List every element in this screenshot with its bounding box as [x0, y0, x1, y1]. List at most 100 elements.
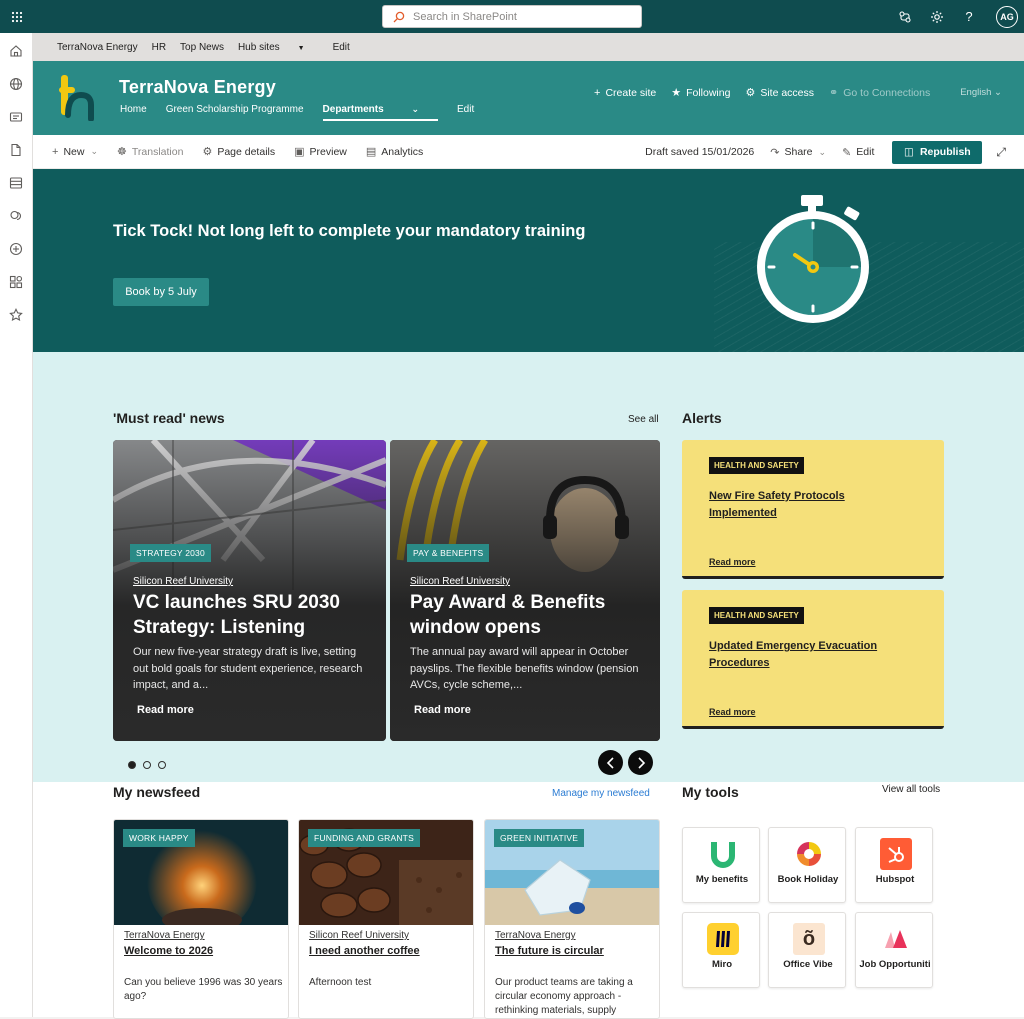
tool-label: Miro [711, 959, 733, 970]
tool-tile-book-holiday[interactable]: Book Holiday [768, 827, 846, 903]
newsfeed-card-source[interactable]: Silicon Reef University [309, 930, 409, 941]
link-icon: ⚭ [829, 87, 839, 99]
hubnav-item-top-news[interactable]: Top News [180, 42, 224, 53]
tool-tile-office-vibe[interactable]: õ Office Vibe [768, 912, 846, 988]
manage-newsfeed-link[interactable]: Manage my newsfeed [552, 788, 650, 799]
tool-tile-job-opportunities[interactable]: Job Opportuniti [855, 912, 933, 988]
sitenav-edit[interactable]: Edit [457, 104, 474, 121]
plus-icon: + [52, 145, 59, 158]
book-training-button[interactable]: Book by 5 July [113, 278, 209, 306]
list-icon[interactable] [8, 175, 24, 191]
plus-icon: + [594, 86, 601, 99]
view-all-tools-link[interactable]: View all tools [882, 784, 940, 795]
read-more-link[interactable]: Read more [137, 704, 194, 716]
alert-read-more-link[interactable]: Read more [709, 707, 756, 717]
news-card-title[interactable]: Pay Award & Benefits window opens [410, 590, 650, 640]
alert-card[interactable]: HEALTH AND SAFETY New Fire Safety Protoc… [682, 440, 944, 579]
carousel-next-button[interactable] [628, 750, 653, 775]
search-icon [393, 11, 405, 22]
edit-button[interactable]: ✎ Edit [842, 146, 874, 159]
alert-read-more-link[interactable]: Read more [709, 557, 756, 567]
create-icon[interactable] [8, 241, 24, 257]
news-card-source[interactable]: Silicon Reef University [133, 576, 233, 587]
must-read-title: 'Must read' news [113, 410, 225, 426]
pencil-icon: ✎ [842, 146, 852, 159]
app-launcher-icon[interactable] [0, 0, 33, 33]
alerts-title: Alerts [682, 410, 722, 426]
share-icon: ↷ [770, 146, 780, 159]
newsfeed-card-source[interactable]: TerraNova Energy [124, 930, 205, 941]
sitenav-home[interactable]: Home [120, 104, 147, 121]
help-icon[interactable]: ? [960, 8, 978, 26]
analytics-button[interactable]: ▤ Analytics [366, 145, 424, 159]
analytics-label: Analytics [381, 145, 424, 158]
carousel-dot[interactable] [158, 761, 166, 769]
hero-banner: Tick Tock! Not long left to complete you… [33, 169, 1024, 352]
document-icon[interactable] [8, 142, 24, 158]
news-card[interactable]: PAY & BENEFITS Silicon Reef University P… [390, 440, 660, 741]
newsfeed-card-description: Can you believe 1996 was 30 years ago? [124, 977, 283, 1002]
hubnav-item-hub-sites[interactable]: Hub sites ▼ [238, 42, 319, 53]
carousel-dot[interactable] [128, 761, 136, 769]
newsfeed-card[interactable]: GREEN INITIATIVE TerraNova Energy The fu… [484, 819, 660, 1019]
home-icon[interactable] [8, 43, 24, 59]
create-site-button[interactable]: + Create site [594, 87, 656, 99]
settings-gear-icon: ⚙ [202, 146, 213, 158]
hub-navigation: TerraNova Energy HR Top News Hub sites ▼ … [33, 33, 1024, 61]
share-button[interactable]: ↷ Share ⌄ [770, 146, 826, 159]
new-button[interactable]: + New ⌄ [52, 146, 98, 158]
language-selector[interactable]: English ⌄ [960, 87, 1002, 98]
alert-title[interactable]: New Fire Safety Protocols Implemented [709, 488, 909, 522]
chat-icon[interactable] [8, 208, 24, 224]
news-icon[interactable] [8, 109, 24, 125]
favorites-star-icon[interactable] [8, 307, 24, 323]
news-card[interactable]: STRATEGY 2030 Silicon Reef University VC… [113, 440, 386, 741]
newsfeed-card-title[interactable]: The future is circular [495, 945, 604, 957]
search-box[interactable]: Search in SharePoint [382, 5, 642, 28]
apps-icon[interactable] [8, 274, 24, 290]
sitenav-departments[interactable]: Departments ⌄ [322, 104, 438, 121]
page-details-button[interactable]: ⚙ Page details [202, 145, 275, 159]
hubnav-item-hr[interactable]: HR [152, 42, 166, 53]
site-title[interactable]: TerraNova Energy [119, 77, 276, 98]
hubnav-item-home[interactable]: TerraNova Energy [57, 42, 138, 53]
go-to-connections-button[interactable]: ⚭ Go to Connections [829, 86, 930, 100]
hubnav-item-hub-sites-label: Hub sites [237, 41, 280, 53]
newsfeed-card-tag: FUNDING AND GRANTS [308, 829, 420, 847]
site-header: TerraNova Energy Home Green Scholarship … [33, 61, 1024, 135]
share-label: Share [784, 146, 813, 158]
connections-icon[interactable] [896, 8, 914, 26]
alert-card[interactable]: HEALTH AND SAFETY Updated Emergency Evac… [682, 590, 944, 729]
user-avatar[interactable]: AG [996, 5, 1018, 28]
header-actions: + Create site ★ Following ⚙ Site access ⚭ Go… [579, 86, 1002, 100]
carousel-prev-button[interactable] [598, 750, 623, 775]
settings-gear-icon[interactable] [928, 8, 946, 26]
tool-label: Hubspot [875, 874, 915, 885]
expand-icon[interactable]: ⤢ [996, 145, 1006, 160]
hero-title: Tick Tock! Not long left to complete you… [113, 222, 586, 240]
newsfeed-card-source[interactable]: TerraNova Energy [495, 930, 576, 941]
site-access-button[interactable]: ⚙ Site access [745, 86, 815, 100]
alert-title[interactable]: Updated Emergency Evacuation Procedures [709, 638, 909, 672]
following-button[interactable]: ★ Following [671, 86, 730, 100]
newsfeed-card-title[interactable]: Welcome to 2026 [124, 945, 213, 957]
hubnav-item-edit[interactable]: Edit [333, 42, 350, 53]
republish-button[interactable]: ◫ Republish [892, 140, 983, 164]
sitenav-green-scholarship[interactable]: Green Scholarship Programme [166, 104, 304, 121]
carousel-dot[interactable] [143, 761, 151, 769]
news-card-source[interactable]: Silicon Reef University [410, 576, 510, 587]
tool-tile-miro[interactable]: Miro [682, 912, 760, 988]
newsfeed-card[interactable]: WORK HAPPY TerraNova Energy Welcome to 2… [113, 819, 289, 1019]
read-more-link[interactable]: Read more [414, 704, 471, 716]
tool-tile-my-benefits[interactable]: My benefits [682, 827, 760, 903]
see-all-link[interactable]: See all [628, 414, 659, 425]
site-logo[interactable] [59, 75, 97, 122]
globe-icon[interactable] [8, 76, 24, 92]
news-card-title[interactable]: VC launches SRU 2030 Strategy: Listening [133, 590, 373, 640]
site-access-label: Site access [760, 86, 815, 99]
tool-tile-hubspot[interactable]: Hubspot [855, 827, 933, 903]
newsfeed-card-title[interactable]: I need another coffee [309, 945, 420, 957]
newsfeed-card[interactable]: FUNDING AND GRANTS Silicon Reef Universi… [298, 819, 474, 1019]
preview-button[interactable]: ▣ Preview [294, 145, 347, 159]
translation-button[interactable]: ☸ Translation [117, 145, 183, 159]
